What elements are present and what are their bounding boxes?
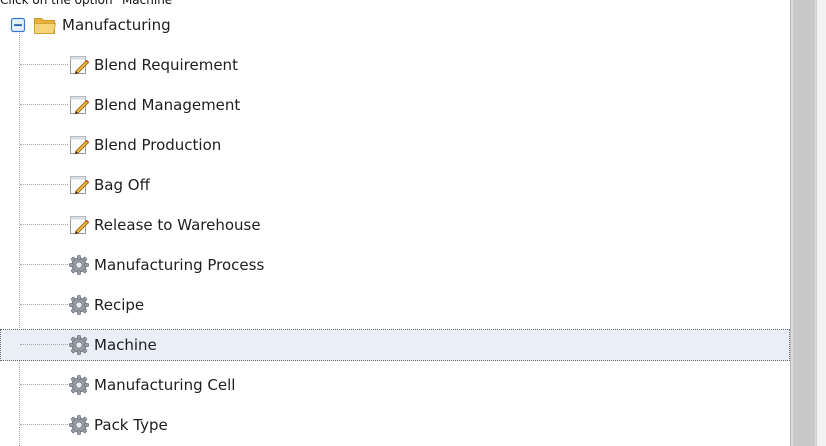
gear-icon — [68, 334, 90, 356]
tree-item-release-to-warehouse[interactable]: Release to Warehouse — [0, 209, 790, 241]
tree-item-manufacturing-cell[interactable]: Manufacturing Cell — [0, 369, 790, 401]
tree-item-label: Machine — [94, 336, 157, 354]
edit-document-icon — [68, 54, 90, 76]
tree-connector — [20, 304, 68, 305]
gear-icon — [68, 254, 90, 276]
navigation-tree: Manufacturing Blend Requirement Blend Man… — [0, 0, 790, 446]
tree-connector — [20, 184, 68, 185]
tree-connector — [20, 64, 68, 65]
tree-item-label: Blend Requirement — [94, 56, 238, 74]
edit-document-icon — [68, 214, 90, 236]
tree-item-blend-requirement[interactable]: Blend Requirement — [0, 49, 790, 81]
scrollbar-thumb[interactable] — [793, 0, 815, 446]
tree-item-manufacturing-process[interactable]: Manufacturing Process — [0, 249, 790, 281]
tree-connector — [20, 144, 68, 145]
folder-open-icon — [34, 18, 56, 34]
tree-connector — [20, 424, 68, 425]
tree-node-manufacturing[interactable]: Manufacturing — [10, 9, 310, 41]
tree-item-label: Blend Production — [94, 136, 222, 154]
tree-node-label: Manufacturing — [62, 16, 171, 34]
vertical-scrollbar[interactable] — [790, 0, 826, 446]
edit-document-icon — [68, 94, 90, 116]
tree-connector — [20, 344, 68, 345]
tree-connector — [20, 384, 68, 385]
tree-item-label: Blend Management — [94, 96, 241, 114]
tree-connector — [20, 224, 68, 225]
scrollbar-track-edge — [816, 0, 826, 446]
minus-icon[interactable] — [10, 17, 26, 33]
tree-connector — [20, 104, 68, 105]
tree-connector — [20, 264, 68, 265]
gear-icon — [68, 294, 90, 316]
tree-item-bag-off[interactable]: Bag Off — [0, 169, 790, 201]
edit-document-icon — [68, 134, 90, 156]
tree-item-label: Manufacturing Process — [94, 256, 265, 274]
tree-item-label: Manufacturing Cell — [94, 376, 236, 394]
tree-item-label: Release to Warehouse — [94, 216, 261, 234]
tree-item-recipe[interactable]: Recipe — [0, 289, 790, 321]
tree-item-pack-type[interactable]: Pack Type — [0, 409, 790, 441]
edit-document-icon — [68, 174, 90, 196]
tree-item-blend-management[interactable]: Blend Management — [0, 89, 790, 121]
tree-item-blend-production[interactable]: Blend Production — [0, 129, 790, 161]
gear-icon — [68, 374, 90, 396]
gear-icon — [68, 414, 90, 436]
tree-item-label: Pack Type — [94, 416, 168, 434]
tree-item-machine[interactable]: Machine — [0, 329, 790, 361]
tree-item-label: Bag Off — [94, 176, 150, 194]
tree-item-label: Recipe — [94, 296, 145, 314]
